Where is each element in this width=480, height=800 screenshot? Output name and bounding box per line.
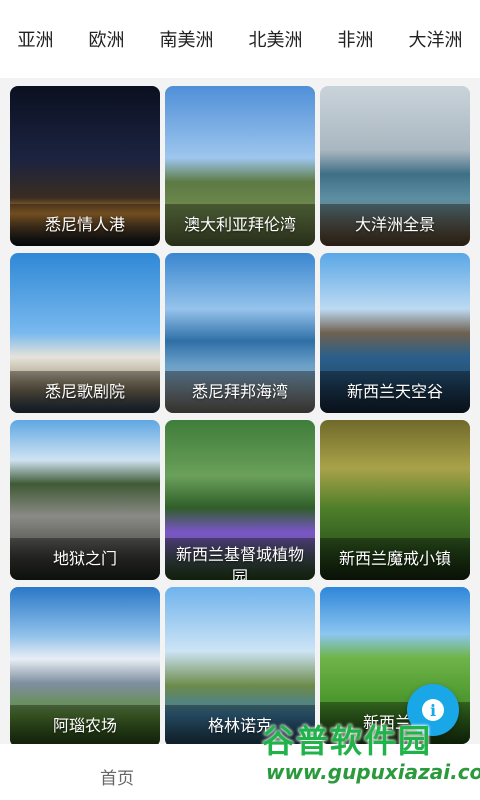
tab-south-america[interactable]: 南美洲 — [156, 26, 218, 52]
nav-home[interactable]: 首页 — [100, 764, 134, 789]
destination-card[interactable]: 澳大利亚拜伦湾 — [165, 86, 315, 246]
destination-label: 阿瑙农场 — [52, 716, 117, 735]
destination-card[interactable]: 大洋洲全景 — [320, 86, 470, 246]
destination-label: 悉尼拜邦海湾 — [191, 382, 288, 401]
tab-africa[interactable]: 非洲 — [334, 26, 378, 52]
destination-card[interactable]: 阿瑙农场 — [10, 587, 160, 744]
watermark-title: 谷普软件园 — [262, 722, 433, 760]
watermark-url: www.gupuxiazai.com — [266, 760, 480, 784]
destination-card[interactable]: 格林诺克 — [165, 587, 315, 744]
destination-card[interactable]: 新西兰魔戒小镇 — [320, 420, 470, 580]
destination-label: 新西兰天空谷 — [346, 382, 443, 401]
destination-label: 悉尼情人港 — [44, 215, 125, 234]
destination-label: 地狱之门 — [52, 549, 117, 568]
watermark-logo: 谷普软件园 www.gupuxiazai.com — [262, 722, 480, 798]
destination-card[interactable]: 地狱之门 — [10, 420, 160, 580]
tab-europe[interactable]: 欧洲 — [85, 26, 129, 52]
tab-oceania[interactable]: 大洋洲 — [405, 26, 467, 52]
destination-label: 新西兰魔戒小镇 — [338, 549, 451, 568]
destination-label: 新西兰基督城植物园 — [175, 545, 304, 580]
destination-grid: 悉尼情人港 澳大利亚拜伦湾 大洋洲全景 悉尼歌剧院 悉尼拜邦海湾 新西兰天空谷 … — [0, 78, 480, 744]
destination-card[interactable]: 新西兰基督城植物园 — [165, 420, 315, 580]
tab-asia[interactable]: 亚洲 — [14, 26, 58, 52]
destination-card[interactable]: 新西兰天空谷 — [320, 253, 470, 413]
info-icon: i — [422, 699, 444, 721]
destination-card[interactable]: 悉尼情人港 — [10, 86, 160, 246]
destination-label: 悉尼歌剧院 — [44, 382, 125, 401]
continent-tabs: 亚洲 欧洲 南美洲 北美洲 非洲 大洋洲 — [0, 0, 480, 78]
destination-label: 大洋洲全景 — [354, 215, 435, 234]
destination-card[interactable]: 悉尼歌剧院 — [10, 253, 160, 413]
tab-north-america[interactable]: 北美洲 — [245, 26, 307, 52]
destination-card[interactable]: 悉尼拜邦海湾 — [165, 253, 315, 413]
destination-label: 澳大利亚拜伦湾 — [183, 215, 296, 234]
